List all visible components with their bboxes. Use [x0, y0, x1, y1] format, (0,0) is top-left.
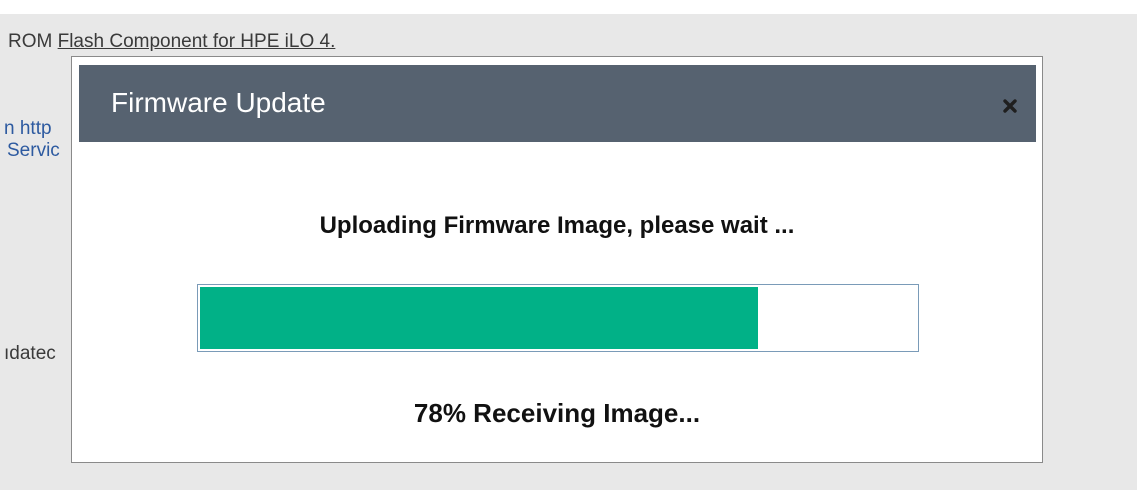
background-link-service[interactable]: Servic	[7, 140, 60, 162]
firmware-update-dialog: Firmware Update Uploading Firmware Image…	[71, 56, 1043, 463]
background-link-flash-component[interactable]: Flash Component for HPE iLO 4.	[58, 31, 336, 52]
progress-status-text: 78% Receiving Image...	[413, 398, 701, 428]
upload-progress-fill	[200, 287, 758, 349]
background-text-flash-component: ROM Flash Component for HPE iLO 4.	[8, 31, 335, 53]
close-icon	[1003, 99, 1017, 113]
dialog-title: Firmware Update	[111, 87, 326, 118]
upload-progress-bar	[197, 284, 919, 352]
background-text-updated: ıdatec	[4, 343, 56, 364]
upload-status-heading: Uploading Firmware Image, please wait ..…	[319, 212, 795, 239]
background-text-prefix: ROM	[8, 31, 58, 52]
background-link-http[interactable]: n http	[4, 118, 52, 140]
dialog-header: Firmware Update	[79, 65, 1036, 142]
close-button[interactable]	[1002, 98, 1018, 114]
